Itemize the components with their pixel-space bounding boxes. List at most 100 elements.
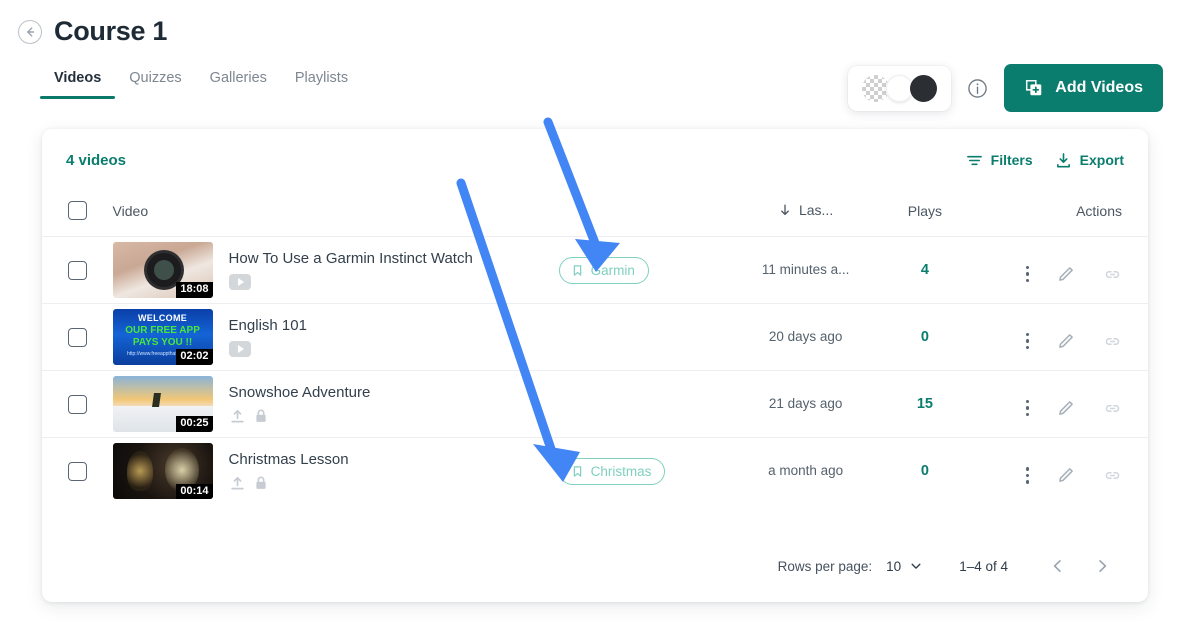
videos-table: Video Las... Plays Actions 18:08 How To …	[42, 191, 1148, 505]
chevron-right-icon[interactable]	[1080, 558, 1124, 574]
tag-label: Christmas	[590, 463, 652, 479]
youtube-icon	[228, 274, 251, 290]
card-actions: Filters Export	[966, 152, 1124, 169]
row-plays-cell: 4	[867, 236, 982, 304]
edit-pencil-icon[interactable]	[1057, 265, 1075, 283]
card-toolbar: 4 videos Filters Export	[42, 129, 1148, 191]
filters-label: Filters	[990, 152, 1033, 168]
swatch-dark[interactable]	[910, 74, 938, 102]
video-thumbnail[interactable]: 18:08	[112, 242, 213, 298]
video-title[interactable]: Snowshoe Adventure	[229, 384, 371, 401]
row-checkbox[interactable]	[68, 260, 87, 280]
table-row[interactable]: 00:14 Christmas Lesson Christmas a month…	[42, 437, 1148, 505]
info-icon[interactable]	[967, 78, 988, 99]
row-actions-cell	[981, 437, 1148, 505]
copy-link-icon[interactable]	[1103, 332, 1122, 351]
video-thumbnail[interactable]: 00:25	[112, 376, 213, 432]
copy-link-icon[interactable]	[1103, 399, 1122, 418]
table-row[interactable]: 18:08 How To Use a Garmin Instinct Watch	[42, 236, 1148, 304]
row-video-cell: WELCOME OUR FREE APP PAYS YOU !! http://…	[112, 303, 559, 371]
row-actions-cell	[981, 236, 1148, 304]
add-videos-button[interactable]: Add Videos	[1004, 64, 1163, 112]
more-options-icon[interactable]	[1025, 399, 1029, 417]
video-title[interactable]: Christmas Lesson	[229, 451, 349, 468]
edit-pencil-icon[interactable]	[1057, 332, 1075, 350]
chevron-left-icon[interactable]	[1036, 558, 1080, 574]
row-tag-cell	[558, 370, 744, 438]
more-options-icon[interactable]	[1025, 467, 1029, 484]
row-select-cell	[42, 437, 113, 505]
upload-icon	[229, 408, 246, 425]
select-all-header	[42, 191, 113, 237]
row-tag-cell: Christmas	[558, 437, 744, 505]
add-videos-label: Add Videos	[1055, 79, 1143, 96]
last-activity-text: 11 minutes a...	[761, 262, 850, 277]
row-checkbox[interactable]	[68, 327, 87, 347]
chevron-down-icon	[909, 559, 923, 573]
page-title: Course 1	[54, 16, 168, 46]
rows-per-page-label: Rows per page:	[777, 558, 873, 574]
plays-count[interactable]: 0	[921, 463, 929, 479]
row-checkbox[interactable]	[68, 461, 87, 481]
plays-count[interactable]: 4	[921, 262, 929, 278]
page-header: Course 1	[18, 16, 167, 47]
filters-button[interactable]: Filters	[966, 152, 1033, 169]
swatch-transparent[interactable]	[862, 74, 890, 102]
video-title[interactable]: How To Use a Garmin Instinct Watch	[229, 250, 473, 267]
tag-chip[interactable]: Christmas	[558, 457, 666, 485]
plays-count[interactable]: 15	[917, 396, 933, 412]
lock-icon	[253, 475, 269, 491]
more-options-icon[interactable]	[1025, 265, 1029, 283]
pagination-range: 1–4 of 4	[959, 558, 1008, 574]
video-duration: 00:14	[176, 483, 213, 500]
bookmark-icon	[571, 465, 584, 478]
tab-quizzes[interactable]: Quizzes	[115, 70, 195, 99]
row-actions-cell	[981, 303, 1148, 371]
last-activity-text: 21 days ago	[768, 396, 843, 411]
tab-videos[interactable]: Videos	[40, 70, 116, 99]
column-header-video[interactable]: Video	[113, 191, 559, 237]
edit-pencil-icon[interactable]	[1057, 399, 1075, 417]
row-actions-cell	[981, 370, 1148, 438]
back-arrow-circle-icon[interactable]	[18, 19, 42, 44]
column-header-last-label: Las...	[798, 201, 834, 218]
rows-per-page-select[interactable]: 10	[886, 559, 923, 574]
row-checkbox[interactable]	[68, 394, 87, 414]
column-header-actions: Actions	[1076, 202, 1122, 219]
column-header-last-activity[interactable]: Las...	[743, 191, 868, 237]
color-swatch-group[interactable]	[848, 65, 952, 111]
row-plays-cell: 15	[867, 370, 982, 438]
column-header-plays[interactable]: Plays	[868, 191, 982, 237]
row-last-activity-cell: 11 minutes a...	[743, 236, 868, 304]
video-thumbnail[interactable]: WELCOME OUR FREE APP PAYS YOU !! http://…	[112, 309, 213, 365]
rows-per-page-value: 10	[886, 558, 902, 574]
row-tag-cell: Garmin	[558, 236, 744, 304]
tag-chip[interactable]: Garmin	[558, 256, 649, 284]
tab-playlists[interactable]: Playlists	[281, 70, 362, 99]
export-button[interactable]: Export	[1055, 152, 1124, 169]
last-activity-text: 20 days ago	[768, 329, 843, 344]
swatch-white[interactable]	[886, 74, 914, 102]
column-header-tags	[559, 191, 744, 237]
download-icon	[1055, 152, 1072, 169]
video-title[interactable]: English 101	[229, 317, 307, 334]
tag-label: Garmin	[590, 262, 635, 278]
copy-link-icon[interactable]	[1103, 466, 1122, 485]
sort-descending-arrow-icon	[778, 203, 792, 217]
table-row[interactable]: 00:25 Snowshoe Adventure 21 days ago 15	[42, 370, 1148, 438]
table-row[interactable]: WELCOME OUR FREE APP PAYS YOU !! http://…	[42, 303, 1148, 371]
edit-pencil-icon[interactable]	[1057, 466, 1075, 484]
row-select-cell	[42, 303, 113, 371]
export-label: Export	[1079, 152, 1124, 168]
video-thumbnail[interactable]: 00:14	[112, 443, 213, 500]
select-all-checkbox[interactable]	[68, 201, 87, 220]
pagination: Rows per page: 10 1–4 of 4	[778, 530, 1124, 602]
toolbar: Add Videos	[848, 64, 1163, 112]
video-duration: 00:25	[176, 416, 213, 432]
copy-link-icon[interactable]	[1103, 265, 1122, 284]
plays-count[interactable]: 0	[921, 329, 929, 345]
add-video-plus-icon	[1024, 78, 1044, 98]
more-options-icon[interactable]	[1025, 332, 1029, 350]
tab-galleries[interactable]: Galleries	[196, 70, 281, 99]
video-count-label: 4 videos	[66, 151, 127, 169]
